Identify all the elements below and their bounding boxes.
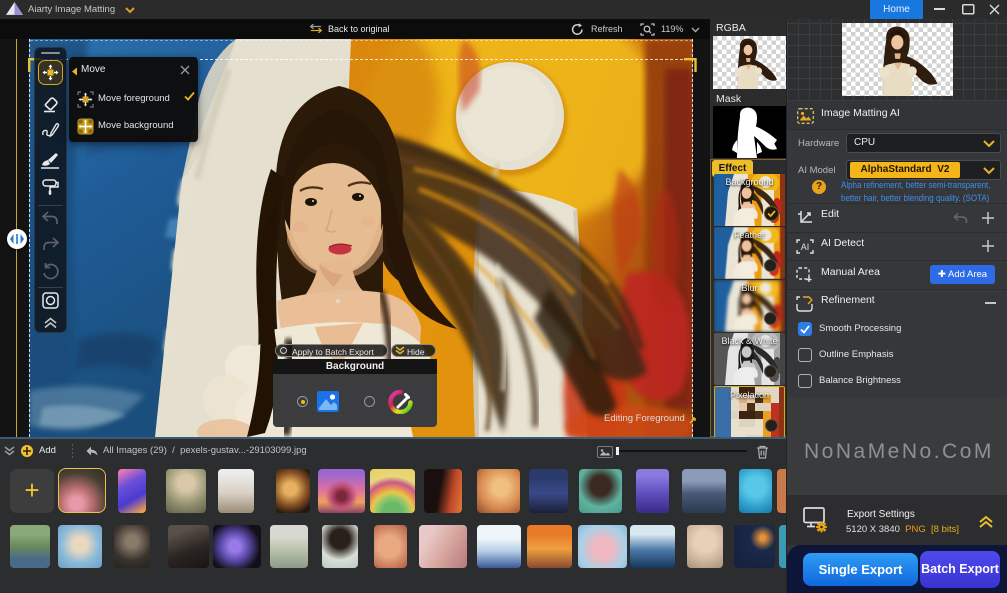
svg-text:AI: AI <box>801 242 810 252</box>
